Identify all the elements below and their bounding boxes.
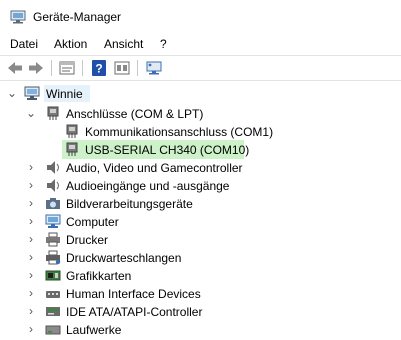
- chevron-right-icon[interactable]: ›: [25, 232, 37, 246]
- graphics-card-icon: [45, 270, 61, 281]
- device-manager-icon: [10, 10, 26, 24]
- toolbar: ?: [0, 56, 401, 80]
- tree-node-print-queues[interactable]: › Druckwarteschlangen: [0, 248, 401, 267]
- svg-text:?: ?: [95, 62, 102, 76]
- chevron-right-icon[interactable]: ›: [25, 160, 37, 174]
- port-icon: [47, 106, 59, 120]
- port-icon: [66, 124, 78, 138]
- window-title: Geräte-Manager: [33, 10, 122, 24]
- forward-arrow-icon[interactable]: [27, 59, 45, 77]
- chevron-right-icon[interactable]: ›: [25, 322, 37, 336]
- chevron-right-icon[interactable]: ›: [25, 214, 37, 228]
- speaker-icon: [47, 161, 59, 174]
- driver-icon[interactable]: [113, 59, 131, 77]
- toolbar-separator-line: [0, 80, 401, 81]
- tree-label-root: Winnie: [46, 87, 83, 101]
- tree-label-computer: Computer: [66, 215, 119, 229]
- tree-node-printer[interactable]: › Drucker: [0, 230, 401, 249]
- ide-controller-icon: [46, 307, 60, 316]
- tree-label-printer: Drucker: [66, 233, 109, 247]
- tree-label-audio-video: Audio, Video und Gamecontroller: [66, 161, 243, 175]
- device-tree: ⌄ Winnie ⌄ Anschlüsse (COM & LPT) Kommun…: [0, 84, 401, 340]
- menu-bar: Datei Aktion Ansicht ?: [0, 33, 401, 55]
- chevron-right-icon[interactable]: ›: [25, 250, 37, 264]
- tree-node-ports[interactable]: ⌄ Anschlüsse (COM & LPT): [0, 104, 401, 123]
- scan-hardware-icon[interactable]: [145, 59, 163, 77]
- tree-label-drives: Laufwerke: [66, 323, 122, 337]
- tree-label-ide: IDE ATA/ATAPI-Controller: [66, 305, 203, 319]
- printer-icon: [46, 232, 60, 247]
- menu-ansicht[interactable]: Ansicht: [104, 37, 143, 51]
- tree-node-ch340[interactable]: USB-SERIAL CH340 (COM10): [0, 140, 401, 159]
- tree-node-graphics[interactable]: › Grafikkarten: [0, 266, 401, 285]
- back-arrow-icon[interactable]: [6, 59, 24, 77]
- tree-node-audio-io[interactable]: › Audioeingänge und -ausgänge: [0, 176, 401, 195]
- menu-aktion[interactable]: Aktion: [54, 37, 87, 51]
- chevron-right-icon[interactable]: ›: [25, 196, 37, 210]
- chevron-right-icon[interactable]: ›: [25, 304, 37, 318]
- chevron-right-icon[interactable]: ›: [25, 286, 37, 300]
- tree-node-drives[interactable]: › Laufwerke: [0, 320, 401, 339]
- toolbar-separator: [51, 60, 52, 76]
- tree-label-com1: Kommunikationsanschluss (COM1): [85, 125, 274, 139]
- chevron-right-icon[interactable]: ›: [25, 268, 37, 282]
- chevron-right-icon[interactable]: ›: [25, 178, 37, 192]
- chevron-down-icon[interactable]: ⌄: [6, 86, 18, 100]
- tree-label-hid: Human Interface Devices: [66, 287, 201, 301]
- tree-node-computer[interactable]: › Computer: [0, 212, 401, 231]
- tree-node-audio-video[interactable]: › Audio, Video und Gamecontroller: [0, 158, 401, 177]
- camera-icon: [46, 198, 60, 209]
- tree-label-graphics: Grafikkarten: [66, 269, 132, 283]
- tree-node-root[interactable]: ⌄ Winnie: [0, 84, 401, 103]
- computer-icon: [24, 86, 40, 100]
- tree-label-imaging: Bildverarbeitungsgeräte: [66, 197, 193, 211]
- tree-label-audio-io: Audioeingänge und -ausgänge: [66, 179, 230, 193]
- title-bar: Geräte-Manager: [0, 0, 401, 33]
- tree-node-com1[interactable]: Kommunikationsanschluss (COM1): [0, 122, 401, 141]
- drive-icon: [45, 325, 61, 335]
- properties-icon[interactable]: [58, 59, 76, 77]
- speaker-icon: [47, 179, 59, 192]
- print-queue-icon: [46, 250, 61, 265]
- tree-label-ch340: USB-SERIAL CH340 (COM10): [85, 143, 250, 157]
- tree-label-ports: Anschlüsse (COM & LPT): [66, 107, 204, 121]
- toolbar-separator: [82, 60, 83, 76]
- chevron-down-icon[interactable]: ⌄: [25, 106, 37, 120]
- tree-node-hid[interactable]: › Human Interface Devices: [0, 284, 401, 303]
- tree-label-print-queues: Druckwarteschlangen: [66, 251, 182, 265]
- tree-node-imaging[interactable]: › Bildverarbeitungsgeräte: [0, 194, 401, 213]
- monitor-icon: [45, 214, 61, 228]
- help-icon[interactable]: ?: [90, 59, 108, 77]
- hid-icon: [46, 291, 60, 298]
- menu-datei[interactable]: Datei: [10, 37, 38, 51]
- menu-help[interactable]: ?: [160, 37, 167, 51]
- tree-node-ide[interactable]: › IDE ATA/ATAPI-Controller: [0, 302, 401, 321]
- toolbar-separator: [137, 60, 138, 76]
- port-icon: [66, 142, 78, 156]
